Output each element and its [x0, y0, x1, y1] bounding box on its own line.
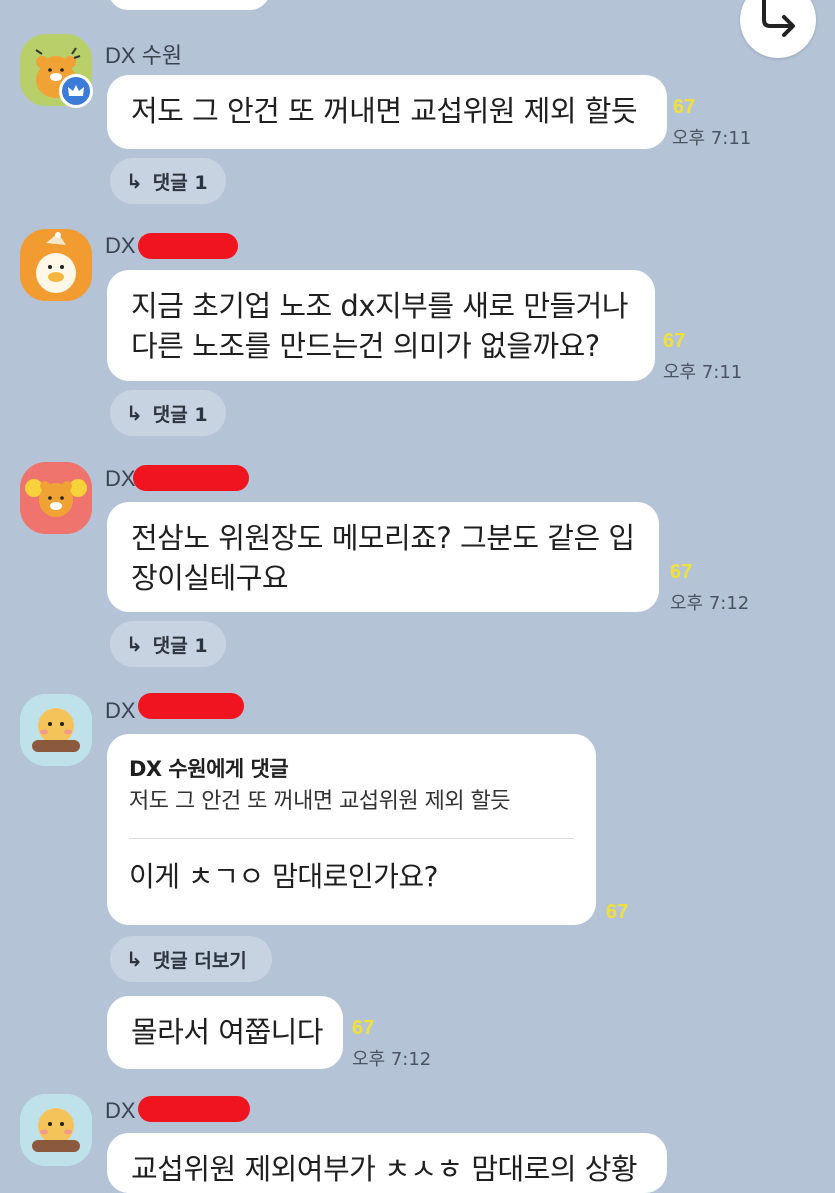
reply-arrow-icon: ↳	[126, 632, 143, 656]
redacted-name	[138, 233, 238, 259]
reply-arrow-icon: ↳	[126, 947, 143, 971]
message-text-line: 장이실테구요	[131, 561, 289, 595]
sender-name: DX 수원	[105, 43, 183, 68]
avatar[interactable]	[20, 229, 92, 301]
share-arrow-icon	[762, 0, 795, 37]
reply-label: 댓글 1	[152, 171, 208, 194]
message-text-line: 지금 초기업 노조 dx지부를 새로 만들거나	[131, 289, 629, 323]
reply-count-button[interactable]: ↳ 댓글 1	[110, 621, 226, 667]
unread-count: 67	[673, 96, 696, 118]
unread-count: 67	[606, 901, 629, 923]
reply-label: 댓글 1	[152, 634, 208, 657]
message-text-line: 다른 노조를 만드는건 의미가 없을까요?	[131, 329, 600, 363]
reply-label: 댓글 1	[152, 403, 208, 426]
timestamp: 오후 7:12	[670, 593, 750, 614]
sender-name: DX	[105, 466, 136, 491]
tube-character-icon	[20, 229, 92, 301]
unread-count: 67	[663, 330, 686, 352]
reply-arrow-icon: ↳	[126, 401, 143, 425]
reply-label: 댓글 더보기	[152, 949, 247, 972]
message-bubble[interactable]: 전삼노 위원장도 메모리죠? 그분도 같은 입 장이실테구요	[107, 502, 659, 612]
reply-count-button[interactable]: ↳ 댓글 1	[110, 158, 226, 204]
ryan-cheering-icon	[20, 462, 92, 534]
avatar[interactable]	[20, 1094, 92, 1166]
redacted-name	[138, 693, 244, 719]
sender-name: DX	[105, 233, 136, 258]
quote-divider	[129, 838, 574, 839]
message-bubble[interactable]: 지금 초기업 노조 dx지부를 새로 만들거나 다른 노조를 만드는건 의미가 …	[107, 270, 655, 381]
unread-count: 67	[352, 1017, 375, 1039]
sender-name: DX	[105, 698, 136, 723]
message-text: 교섭위원 제외여부가 ㅊㅅㅎ 맘대로의 상황	[131, 1152, 638, 1186]
reply-arrow-icon: ↳	[126, 169, 143, 193]
timestamp: 오후 7:12	[352, 1049, 432, 1070]
sender-name: DX	[105, 1098, 136, 1123]
more-replies-button[interactable]: ↳ 댓글 더보기	[110, 936, 272, 982]
reply-count-button[interactable]: ↳ 댓글 1	[110, 390, 226, 436]
redacted-name	[138, 1096, 250, 1122]
reply-message-bubble[interactable]: DX 수원에게 댓글 저도 그 안건 또 꺼내면 교섭위원 제외 할듯 이게 ㅊ…	[107, 734, 596, 925]
quoted-message[interactable]: 저도 그 안건 또 꺼내면 교섭위원 제외 할듯	[129, 786, 574, 818]
message-text: 이게 ㅊㄱㅇ 맘대로인가요?	[129, 860, 439, 893]
message-text: 몰라서 여쭙니다	[131, 1015, 323, 1049]
redacted-name	[133, 465, 249, 491]
message-bubble[interactable]: 교섭위원 제외여부가 ㅊㅅㅎ 맘대로의 상황	[107, 1133, 667, 1193]
timestamp: 오후 7:11	[672, 128, 752, 149]
crown-badge-icon	[59, 74, 93, 108]
unread-count: 67	[670, 561, 693, 583]
message-bubble[interactable]: 몰라서 여쭙니다	[107, 996, 343, 1069]
message-bubble[interactable]: 저도 그 안건 또 꺼내면 교섭위원 제외 할듯	[107, 75, 667, 149]
message-text: 저도 그 안건 또 꺼내면 교섭위원 제외 할듯	[131, 94, 638, 128]
message-text-line: 전삼노 위원장도 메모리죠? 그분도 같은 입	[131, 521, 635, 555]
choonsik-character-icon	[20, 1094, 92, 1166]
avatar[interactable]	[20, 694, 92, 766]
choonsik-character-icon	[20, 694, 92, 766]
share-button[interactable]	[740, 0, 816, 58]
quote-title: DX 수원에게 댓글	[129, 757, 289, 781]
avatar[interactable]	[20, 462, 92, 534]
previous-message-bubble	[108, 0, 270, 10]
timestamp: 오후 7:11	[663, 362, 743, 383]
